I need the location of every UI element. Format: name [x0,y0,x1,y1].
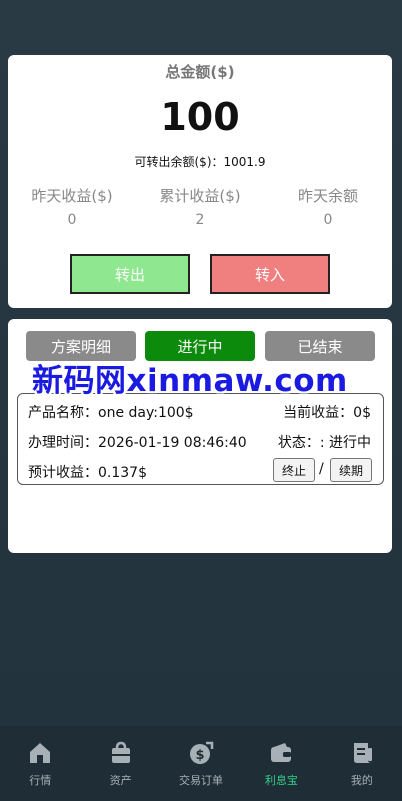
tabbar-item-orders[interactable]: $ 交易订单 [161,726,241,801]
summary-card: 总金额($) 100 可转出余额($)：1001.9 昨天收益($) 0 累计收… [8,55,392,308]
current-income: 当前收益：0$ [283,405,371,421]
tabbar-item-market[interactable]: 行情 [0,726,80,801]
total-amount-label: 总金额($) [165,63,235,81]
stat-value: 0 [67,212,77,228]
profile-icon [353,743,372,763]
tabbar-label: 我的 [350,774,373,787]
stats-row: 昨天收益($) 0 累计收益($) 2 昨天余额 0 [8,185,392,228]
bottom-tab-bar: 行情 资产 $ 交易订单 利息宝 我的 [0,726,402,801]
bag-icon [111,741,130,763]
total-amount-value: 100 [160,95,240,139]
order-status: 状态：: 进行中 [277,435,371,451]
stat-label: 昨天余额 [297,187,358,205]
stat-total-income: 累计收益($) 2 [136,185,264,228]
tabbar-label: 行情 [29,774,52,787]
stat-value: 2 [195,212,205,228]
tabbar-label: 利息宝 [264,774,298,787]
product-name: 产品名称：one day:100$ [28,405,194,421]
transfer-out-button[interactable]: 转出 [70,254,190,294]
order-time: 办理时间：2026-01-19 08:46:40 [28,435,247,451]
expected-income: 预计收益：0.137$ [28,465,147,481]
available-balance: 可转出余额($)：1001.9 [134,155,266,169]
tabbar-item-mine[interactable]: 我的 [322,726,402,801]
stat-value: 0 [323,212,333,228]
svg-text:$: $ [195,748,204,763]
renew-button[interactable]: 续期 [330,458,372,482]
button-separator: / [319,461,324,477]
stat-yesterday-income: 昨天收益($) 0 [8,185,136,228]
order-item: 产品名称：one day:100$ 当前收益：0$ 办理时间：2026-01-1… [17,393,384,485]
transfer-in-button[interactable]: 转入 [210,254,330,294]
tabbar-label: 资产 [109,774,132,787]
stat-yesterday-balance: 昨天余额 0 [264,185,392,228]
home-icon [30,743,51,763]
tabbar-item-interest[interactable]: 利息宝 [241,726,321,801]
wallet-icon [271,743,292,762]
money-icon: $ [190,741,214,764]
stat-label: 昨天收益($) [31,187,113,205]
stop-button[interactable]: 终止 [273,458,315,482]
stat-label: 累计收益($) [159,187,241,205]
watermark-text: 新码网xinmaw.com [32,363,348,399]
tabbar-item-assets[interactable]: 资产 [80,726,160,801]
tabbar-label: 交易订单 [179,774,224,787]
plans-card: 方案明细 进行中 已结束 产品名称：one day:100$ 当前收益：0$ 办… [8,319,392,553]
